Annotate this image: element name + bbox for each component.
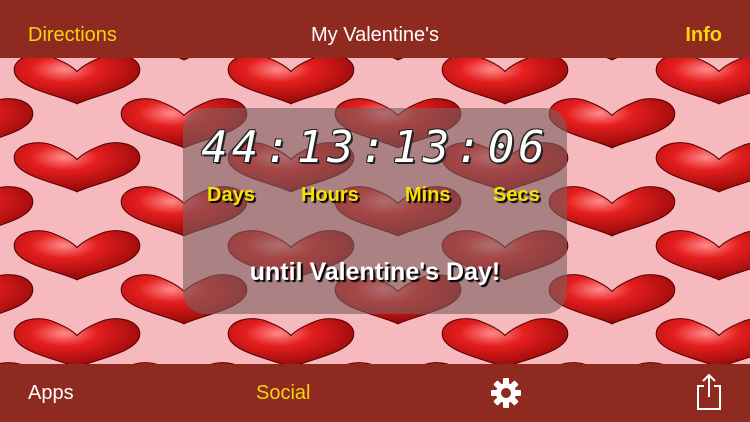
heart-shape (13, 142, 141, 193)
heart-shape (655, 318, 750, 364)
heart-shape (655, 142, 750, 193)
heart-shape (548, 186, 676, 237)
hours-value: 13 (296, 122, 358, 173)
heart-shape (548, 58, 676, 61)
heart-shape (548, 274, 676, 325)
heart-shape (227, 318, 355, 364)
gear-icon[interactable] (489, 376, 523, 410)
heart-shape (13, 58, 141, 105)
heart-shape (0, 186, 34, 237)
apps-button[interactable]: Apps (28, 382, 74, 405)
heart-shape (227, 58, 355, 105)
info-button[interactable]: Info (685, 24, 722, 47)
days-value: 44 (201, 122, 263, 173)
minutes-label: Mins (405, 184, 451, 206)
heart-shape (441, 318, 569, 364)
heart-shape (334, 58, 462, 61)
heart-shape (655, 58, 750, 105)
heart-shape (13, 318, 141, 364)
heart-shape (13, 230, 141, 281)
heart-shape (655, 230, 750, 281)
heart-shape (0, 98, 34, 149)
bottom-toolbar: Apps Social (0, 364, 750, 422)
heart-shape (0, 274, 34, 325)
app-window: Directions My Valentine's Info 44:13:13:… (0, 0, 750, 422)
directions-button[interactable]: Directions (28, 24, 117, 47)
countdown-message: until Valentine's Day! (249, 258, 501, 286)
separator: : (264, 122, 295, 173)
heart-shape (548, 98, 676, 149)
countdown-digits: 44:13:13:06 (183, 122, 567, 173)
countdown-panel: 44:13:13:06 Days Hours Mins Secs until V… (183, 108, 567, 314)
share-icon[interactable] (694, 372, 724, 412)
social-button[interactable]: Social (256, 382, 310, 405)
minutes-value: 13 (392, 122, 454, 173)
separator: : (455, 122, 486, 173)
heart-shape (441, 58, 569, 105)
hours-label: Hours (301, 184, 359, 206)
seconds-value: 06 (487, 122, 549, 173)
separator: : (359, 122, 391, 173)
top-navigation-bar: Directions My Valentine's Info (0, 0, 750, 58)
days-label: Days (207, 184, 255, 206)
seconds-label: Secs (493, 184, 540, 206)
heart-shape (120, 58, 248, 61)
